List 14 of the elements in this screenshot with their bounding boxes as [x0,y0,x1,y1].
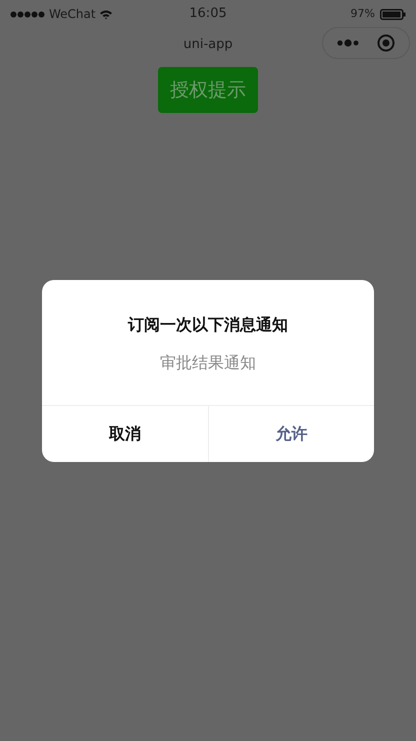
carrier-name: WeChat [49,6,96,23]
page-title: uni-app [183,36,233,54]
close-icon[interactable] [377,34,395,52]
clock-time: 16:05 [189,5,227,24]
dialog-title: 订阅一次以下消息通知 [128,314,288,336]
cancel-button[interactable]: 取消 [42,406,208,462]
battery-icon [380,8,406,20]
capsule-menu[interactable] [322,27,410,59]
more-icon[interactable] [337,39,361,47]
wifi-icon [98,8,113,20]
signal-icon [10,10,46,18]
allow-button[interactable]: 允许 [208,406,374,462]
battery-percent: 97% [350,6,375,22]
dialog-message: 审批结果通知 [160,352,256,374]
